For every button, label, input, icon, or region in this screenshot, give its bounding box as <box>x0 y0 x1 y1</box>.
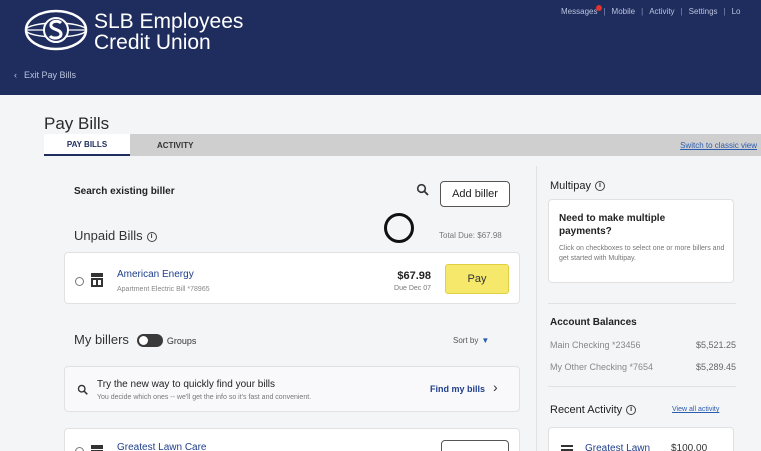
recent-activity-heading: Recent Activity i <box>550 404 637 416</box>
find-my-bills-link[interactable]: Find my bills <box>430 384 485 394</box>
nav-logout[interactable]: Lo <box>732 7 741 16</box>
tab-activity[interactable]: ACTIVITY <box>157 141 193 150</box>
column-divider <box>536 166 537 451</box>
multipay-description: Click on checkboxes to select one or mor… <box>559 245 725 262</box>
multipay-question: Need to make multiple payments? <box>559 213 666 237</box>
sort-by-label: Sort by <box>453 336 479 345</box>
recent-activity-title: Recent Activity <box>550 404 623 416</box>
info-icon[interactable]: i <box>626 405 637 416</box>
chevron-left-icon: ‹ <box>14 70 17 80</box>
nav-separator: | <box>723 7 726 16</box>
promo-title: Try the new way to quickly find your bil… <box>97 379 276 390</box>
unpaid-bills-title: Unpaid Bills <box>74 228 143 243</box>
account-balance: $5,521.25 <box>695 340 736 350</box>
credit-union-logo[interactable] <box>22 8 94 52</box>
unpaid-bill-card: American Energy Apartment Electric Bill … <box>64 252 520 304</box>
account-name: My Other Checking *7654 <box>550 362 654 372</box>
tab-pay-bills[interactable]: PAY BILLS <box>44 134 130 156</box>
biller-pay-button[interactable] <box>441 440 509 451</box>
top-navigation: Messages | Mobile | Activity | Settings … <box>561 5 741 16</box>
recent-payee-name[interactable]: Greatest Lawn <box>585 443 650 451</box>
exit-pay-bills-label: Exit Pay Bills <box>24 70 77 80</box>
notification-dot <box>596 5 603 11</box>
recent-amount: $100.00 <box>671 443 708 451</box>
my-billers-heading: My billers Groups <box>74 332 197 348</box>
biller-select-radio[interactable] <box>75 447 84 451</box>
cursor-ring-marker <box>384 213 414 243</box>
sort-by-dropdown[interactable]: Sort by ▼ <box>453 336 489 345</box>
bill-amount: $67.98 <box>397 270 431 282</box>
biller-name[interactable]: American Energy <box>117 269 194 280</box>
biller-name[interactable]: Greatest Lawn Care <box>117 442 207 451</box>
bill-select-radio[interactable] <box>75 277 84 286</box>
nav-separator: | <box>603 7 606 16</box>
divider <box>548 303 736 304</box>
unpaid-bills-heading: Unpaid Bills i <box>74 228 157 243</box>
brand-name-line2: Credit Union <box>94 31 211 54</box>
total-due: Total Due: $67.98 <box>439 231 502 240</box>
nav-separator: | <box>641 7 644 16</box>
pay-button[interactable]: Pay <box>445 264 509 294</box>
biller-document-icon <box>91 445 103 451</box>
caret-down-icon: ▼ <box>481 336 490 345</box>
biller-document-icon <box>91 273 103 287</box>
search-icon[interactable] <box>416 183 430 197</box>
nav-messages[interactable]: Messages <box>561 5 603 16</box>
brand-name-line1: SLB Employees <box>94 10 244 33</box>
search-icon <box>77 384 88 395</box>
account-balance: $5,289.45 <box>695 362 736 372</box>
account-balances-title: Account Balances <box>550 317 637 328</box>
page-title: Pay Bills <box>44 114 110 133</box>
menu-lines-icon <box>561 445 573 451</box>
account-name: Main Checking *23456 <box>550 340 641 350</box>
nav-separator: | <box>680 7 683 16</box>
info-icon[interactable]: i <box>594 181 605 192</box>
groups-toggle[interactable] <box>136 334 163 348</box>
account-row[interactable]: My Other Checking *7654 $5,289.45 <box>550 362 736 372</box>
view-all-activity-link[interactable]: View all activity <box>672 406 719 413</box>
biller-account: Apartment Electric Bill *78965 <box>117 286 210 293</box>
multipay-heading: Multipay i <box>550 180 605 192</box>
bill-due-date: Due Dec 07 <box>394 285 431 292</box>
multipay-title: Multipay <box>550 180 591 192</box>
multipay-card: Need to make multiple payments? Click on… <box>548 199 734 283</box>
nav-settings[interactable]: Settings <box>689 7 718 16</box>
app-header: SLB Employees Credit Union ‹ Exit Pay Bil… <box>0 0 761 95</box>
nav-activity[interactable]: Activity <box>649 7 674 16</box>
biller-card: Greatest Lawn Care <box>64 428 520 451</box>
search-biller-label: Search existing biller <box>74 186 175 197</box>
tab-bar: PAY BILLS ACTIVITY Switch to classic vie… <box>44 134 761 156</box>
nav-mobile[interactable]: Mobile <box>612 7 636 16</box>
chevron-right-icon: › <box>493 379 498 395</box>
add-biller-button[interactable]: Add biller <box>440 181 510 207</box>
promo-subtitle: You decide which ones -- we'll get the i… <box>97 394 312 401</box>
account-row[interactable]: Main Checking *23456 $5,521.25 <box>550 340 736 350</box>
nav-messages-label: Messages <box>561 7 598 16</box>
find-bills-promo[interactable]: Try the new way to quickly find your bil… <box>64 366 520 412</box>
groups-label: Groups <box>166 335 197 346</box>
my-billers-title: My billers <box>74 332 129 347</box>
exit-pay-bills-link[interactable]: ‹ Exit Pay Bills <box>14 70 76 80</box>
info-icon[interactable]: i <box>146 231 157 242</box>
recent-activity-card: Greatest Lawn $100.00 <box>548 427 734 451</box>
divider <box>548 386 736 387</box>
switch-classic-view-link[interactable]: Switch to classic view <box>680 141 757 150</box>
